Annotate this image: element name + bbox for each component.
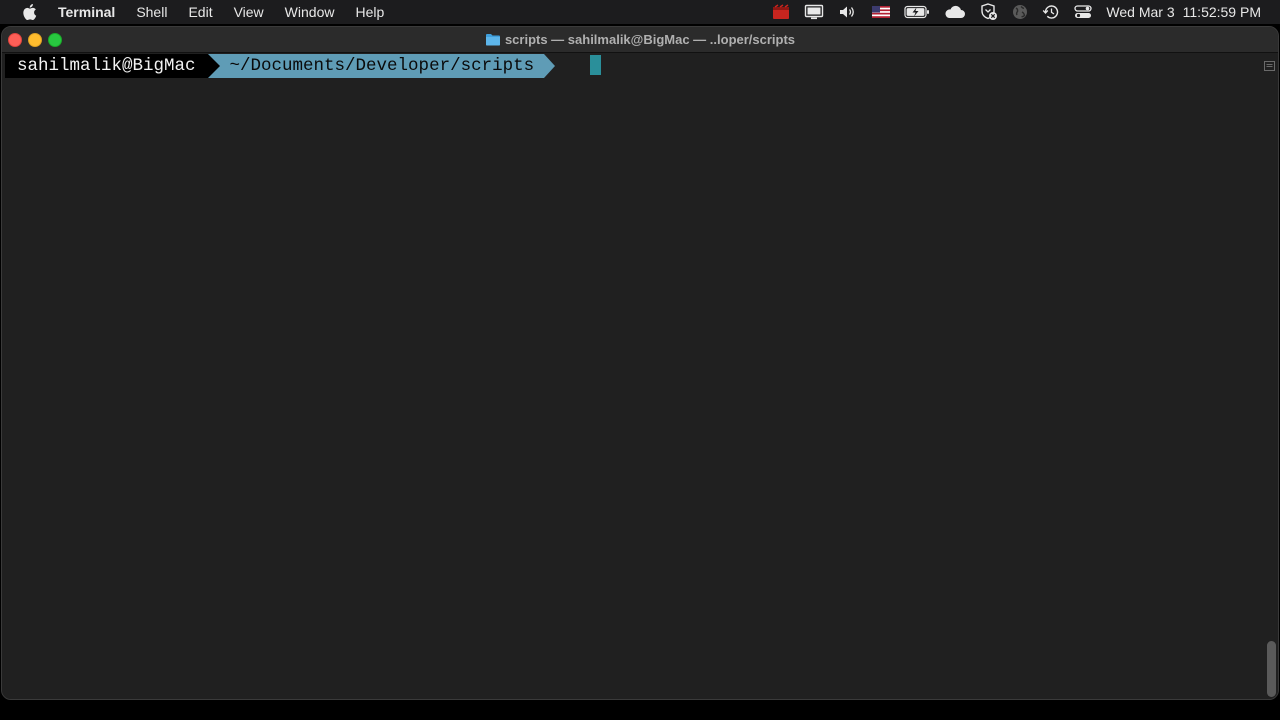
clock-time: 11:52:59 PM bbox=[1182, 4, 1261, 20]
menu-shell[interactable]: Shell bbox=[136, 0, 167, 24]
status-area: Wed Mar 3 11:52:59 PM bbox=[772, 0, 1280, 24]
time-machine-icon[interactable] bbox=[1042, 0, 1060, 24]
screen-recording-icon[interactable] bbox=[772, 0, 790, 24]
scroll-marker-icon[interactable] bbox=[1264, 57, 1275, 71]
folder-icon bbox=[485, 33, 501, 46]
vertical-scrollbar[interactable] bbox=[1267, 641, 1276, 697]
volume-icon[interactable] bbox=[838, 0, 858, 24]
us-flag-input-icon[interactable] bbox=[872, 0, 891, 24]
control-center-icon[interactable] bbox=[1074, 0, 1093, 24]
menu-view[interactable]: View bbox=[234, 0, 264, 24]
window-title-text: scripts — sahilmalik@BigMac — ..loper/sc… bbox=[504, 32, 796, 47]
prompt-path-segment: ~/Documents/Developer/scripts bbox=[219, 54, 545, 78]
window-title: scripts — sahilmalik@BigMac — ..loper/sc… bbox=[2, 27, 1278, 52]
menu-edit[interactable]: Edit bbox=[188, 0, 212, 24]
apple-logo-icon[interactable] bbox=[20, 3, 38, 21]
menu-help[interactable]: Help bbox=[355, 0, 384, 24]
prompt-user-segment: sahilmalik@BigMac bbox=[5, 54, 208, 78]
menu-bar-clock[interactable]: Wed Mar 3 11:52:59 PM bbox=[1106, 4, 1261, 20]
vpn-shield-icon[interactable] bbox=[980, 0, 998, 24]
shell-prompt: sahilmalik@BigMac ~/Documents/Developer/… bbox=[5, 54, 556, 78]
text-cursor bbox=[590, 55, 601, 75]
menu-app-name[interactable]: Terminal bbox=[58, 0, 115, 24]
cloud-icon[interactable] bbox=[944, 0, 966, 24]
battery-charging-icon[interactable] bbox=[904, 0, 930, 24]
clock-date: Wed Mar 3 bbox=[1106, 4, 1175, 20]
menu-window[interactable]: Window bbox=[285, 0, 335, 24]
terminal-window: scripts — sahilmalik@BigMac — ..loper/sc… bbox=[1, 26, 1279, 700]
globe-icon[interactable] bbox=[1012, 0, 1028, 24]
prompt-end-arrow bbox=[544, 54, 556, 78]
title-bar[interactable]: scripts — sahilmalik@BigMac — ..loper/sc… bbox=[2, 27, 1278, 53]
prompt-separator-arrow bbox=[207, 54, 220, 78]
display-icon[interactable] bbox=[804, 0, 824, 24]
terminal-content[interactable]: sahilmalik@BigMac ~/Documents/Developer/… bbox=[2, 53, 1278, 699]
menu-bar: Terminal Shell Edit View Window Help Wed… bbox=[0, 0, 1280, 24]
